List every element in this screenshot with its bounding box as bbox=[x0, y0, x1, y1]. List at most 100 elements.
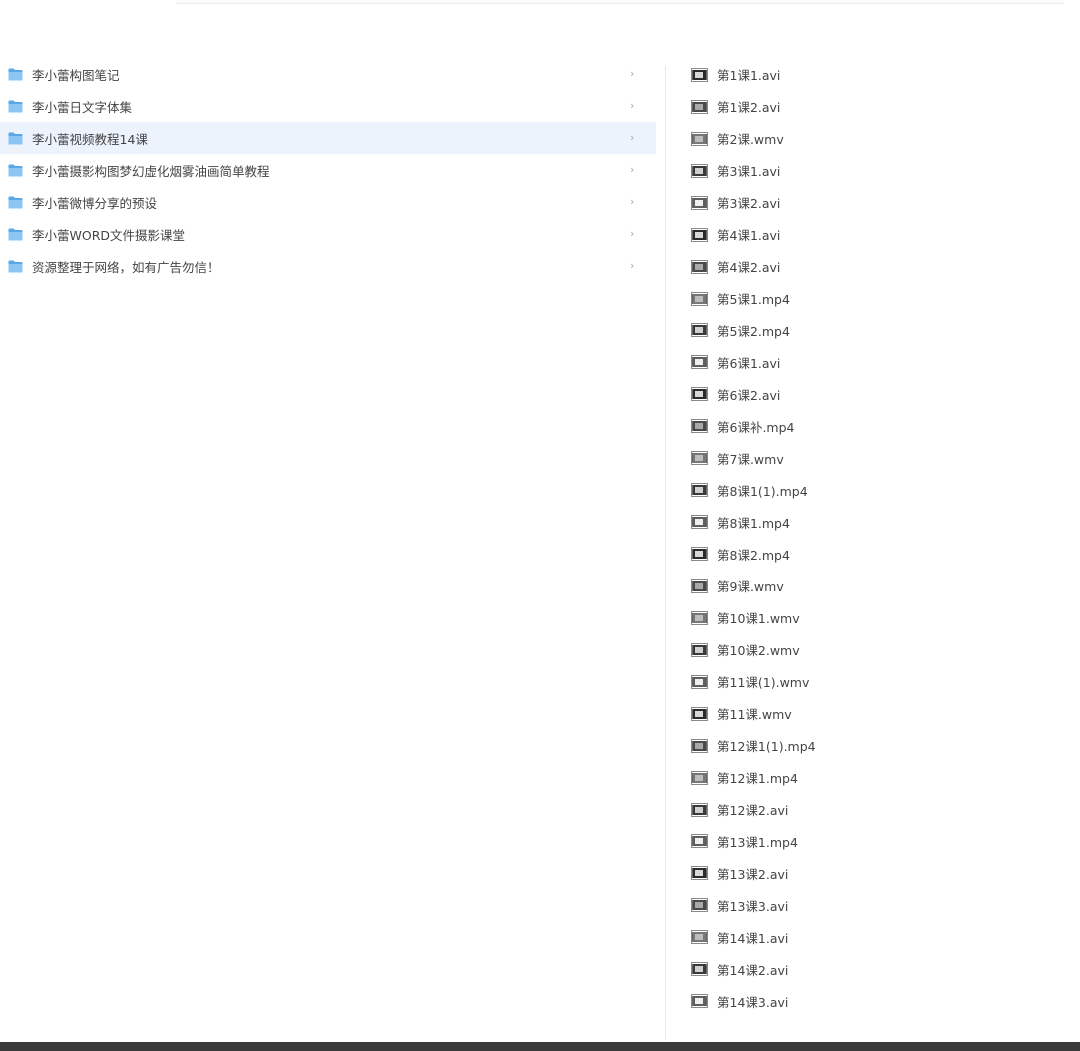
file-label: 第12课1.mp4 bbox=[717, 771, 798, 787]
file-row[interactable]: 第4课1.avi bbox=[688, 219, 1068, 251]
video-thumbnail-icon bbox=[691, 323, 708, 338]
file-row[interactable]: 第2课.wmv bbox=[688, 123, 1068, 155]
folder-row[interactable]: 李小蕾构图笔记 › bbox=[0, 58, 656, 90]
file-row[interactable]: 第14课2.avi bbox=[688, 953, 1068, 985]
folder-icon bbox=[8, 132, 23, 144]
video-thumbnail-icon bbox=[691, 259, 708, 274]
file-row[interactable]: 第6课1.avi bbox=[688, 346, 1068, 378]
file-row[interactable]: 第3课2.avi bbox=[688, 187, 1068, 219]
file-label: 第11课.wmv bbox=[717, 707, 792, 723]
file-label: 第13课3.avi bbox=[717, 898, 789, 914]
file-label: 第6课1.avi bbox=[717, 355, 781, 371]
file-row[interactable]: 第12课1(1).mp4 bbox=[688, 730, 1068, 762]
file-row[interactable]: 第11课.wmv bbox=[688, 698, 1068, 730]
chevron-right-icon: › bbox=[630, 259, 635, 272]
video-thumbnail-icon bbox=[691, 674, 708, 689]
file-row[interactable]: 第14课1.avi bbox=[688, 921, 1068, 953]
file-row[interactable]: 第4课2.avi bbox=[688, 251, 1068, 283]
file-row[interactable]: 第6课2.avi bbox=[688, 378, 1068, 410]
file-label: 第12课2.avi bbox=[717, 803, 789, 819]
file-row[interactable]: 第11课(1).wmv bbox=[688, 666, 1068, 698]
folder-row[interactable]: 李小蕾微博分享的预设 › bbox=[0, 186, 656, 218]
video-thumbnail-icon bbox=[691, 578, 708, 593]
folder-icon bbox=[8, 196, 23, 208]
file-row[interactable]: 第1课1.avi bbox=[688, 59, 1068, 91]
file-row[interactable]: 第13课2.avi bbox=[688, 857, 1068, 889]
folder-icon bbox=[8, 228, 23, 240]
file-label: 第2课.wmv bbox=[717, 132, 784, 148]
folder-row[interactable]: 资源整理于网络，如有广告勿信！ › bbox=[0, 250, 656, 282]
file-label: 第14课2.avi bbox=[717, 962, 789, 978]
video-thumbnail-icon bbox=[691, 834, 708, 849]
file-row[interactable]: 第8课2.mp4 bbox=[688, 538, 1068, 570]
folder-row[interactable]: 李小蕾WORD文件摄影课堂 › bbox=[0, 218, 656, 250]
folder-label: 李小蕾摄影构图梦幻虚化烟雾油画简单教程 bbox=[32, 163, 270, 179]
video-thumbnail-icon bbox=[691, 738, 708, 753]
file-label: 第7课.wmv bbox=[717, 451, 784, 467]
chevron-right-icon: › bbox=[630, 131, 635, 144]
video-thumbnail-icon bbox=[691, 387, 708, 402]
file-row[interactable]: 第8课1(1).mp4 bbox=[688, 474, 1068, 506]
file-label: 第14课1.avi bbox=[717, 930, 789, 946]
folder-icon bbox=[8, 260, 23, 272]
file-label: 第12课1(1).mp4 bbox=[717, 739, 816, 755]
file-label: 第10课1.wmv bbox=[717, 611, 800, 627]
video-thumbnail-icon bbox=[691, 67, 708, 82]
chevron-right-icon: › bbox=[630, 99, 635, 112]
file-list: 第1课1.avi 第1课2.avi 第2课.wmv 第3课1.avi 第3课2.avi 第… bbox=[688, 59, 1068, 1017]
video-thumbnail-icon bbox=[691, 419, 708, 434]
folder-label: 李小蕾视频教程14课 bbox=[32, 131, 148, 147]
folder-row[interactable]: 李小蕾摄影构图梦幻虚化烟雾油画简单教程 › bbox=[0, 154, 656, 186]
chevron-right-icon: › bbox=[630, 163, 635, 176]
file-label: 第9课.wmv bbox=[717, 579, 784, 595]
file-label: 第14课3.avi bbox=[717, 994, 789, 1010]
video-thumbnail-icon bbox=[691, 483, 708, 498]
file-label: 第3课2.avi bbox=[717, 196, 781, 212]
file-label: 第1课1.avi bbox=[717, 68, 781, 84]
file-row[interactable]: 第13课1.mp4 bbox=[688, 826, 1068, 858]
file-row[interactable]: 第8课1.mp4 bbox=[688, 506, 1068, 538]
chevron-right-icon: › bbox=[630, 67, 635, 80]
file-row[interactable]: 第12课2.avi bbox=[688, 794, 1068, 826]
folder-row[interactable]: 李小蕾视频教程14课 › bbox=[0, 122, 656, 154]
file-row[interactable]: 第12课1.mp4 bbox=[688, 762, 1068, 794]
video-thumbnail-icon bbox=[691, 355, 708, 370]
file-row[interactable]: 第13课3.avi bbox=[688, 889, 1068, 921]
file-row[interactable]: 第7课.wmv bbox=[688, 442, 1068, 474]
file-row[interactable]: 第3课1.avi bbox=[688, 155, 1068, 187]
file-row[interactable]: 第6课补.mp4 bbox=[688, 410, 1068, 442]
file-row[interactable]: 第14课3.avi bbox=[688, 985, 1068, 1017]
bottom-bar bbox=[0, 1042, 1080, 1051]
file-row[interactable]: 第9课.wmv bbox=[688, 570, 1068, 602]
video-thumbnail-icon bbox=[691, 866, 708, 881]
file-row[interactable]: 第1课2.avi bbox=[688, 91, 1068, 123]
file-label: 第11课(1).wmv bbox=[717, 675, 810, 691]
folder-label: 李小蕾WORD文件摄影课堂 bbox=[32, 227, 186, 243]
folder-label: 李小蕾构图笔记 bbox=[32, 67, 120, 83]
file-row[interactable]: 第10课1.wmv bbox=[688, 602, 1068, 634]
file-row[interactable]: 第10课2.wmv bbox=[688, 634, 1068, 666]
file-label: 第5课1.mp4 bbox=[717, 292, 790, 308]
video-thumbnail-icon bbox=[691, 291, 708, 306]
folder-row[interactable]: 李小蕾日文字体集 › bbox=[0, 90, 656, 122]
file-row[interactable]: 第5课2.mp4 bbox=[688, 315, 1068, 347]
folder-label: 李小蕾微博分享的预设 bbox=[32, 195, 158, 211]
file-label: 第4课2.avi bbox=[717, 260, 781, 276]
folder-icon bbox=[8, 100, 23, 112]
file-row[interactable]: 第5课1.mp4 bbox=[688, 283, 1068, 315]
folder-label: 李小蕾日文字体集 bbox=[32, 99, 133, 115]
video-thumbnail-icon bbox=[691, 163, 708, 178]
folder-icon bbox=[8, 164, 23, 176]
chevron-right-icon: › bbox=[630, 195, 635, 208]
chevron-right-icon: › bbox=[630, 227, 635, 240]
file-label: 第5课2.mp4 bbox=[717, 323, 790, 339]
file-label: 第1课2.avi bbox=[717, 100, 781, 116]
file-label: 第10课2.wmv bbox=[717, 643, 800, 659]
video-thumbnail-icon bbox=[691, 99, 708, 114]
file-label: 第3课1.avi bbox=[717, 164, 781, 180]
video-thumbnail-icon bbox=[691, 642, 708, 657]
video-thumbnail-icon bbox=[691, 962, 708, 977]
video-thumbnail-icon bbox=[691, 930, 708, 945]
file-label: 第13课2.avi bbox=[717, 866, 789, 882]
folder-icon bbox=[8, 68, 23, 80]
